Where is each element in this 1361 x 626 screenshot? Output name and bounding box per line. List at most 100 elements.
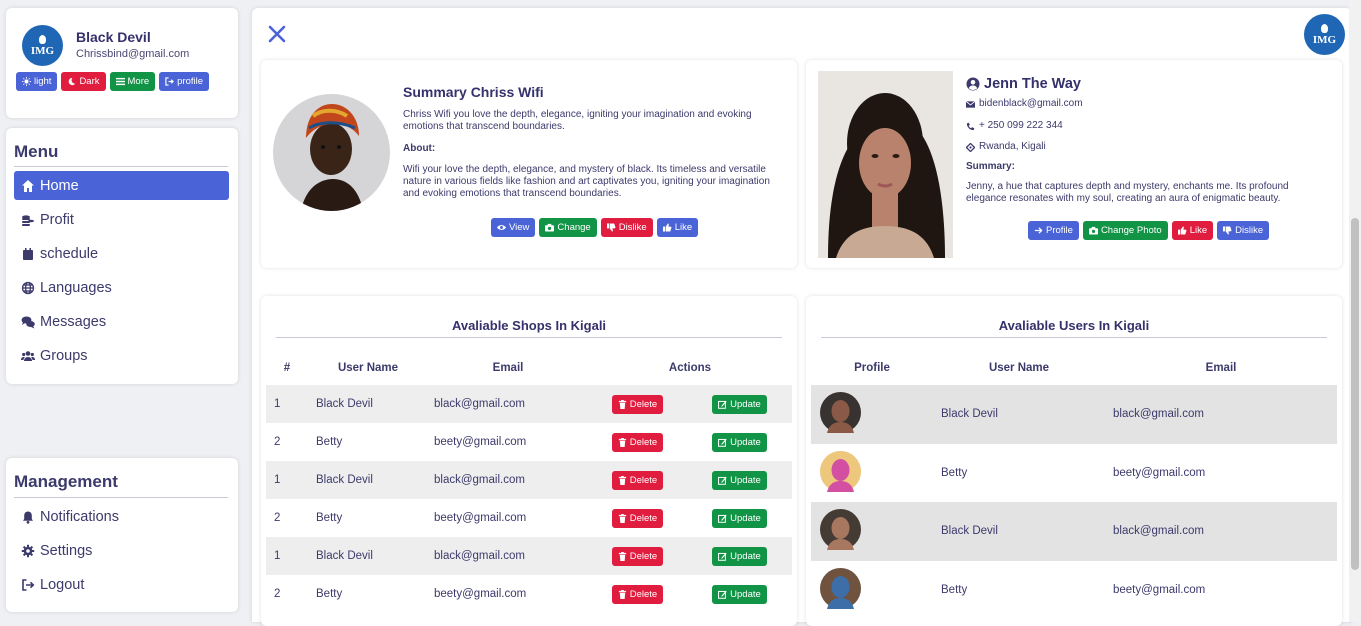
person-like-button[interactable]: Like [1171,221,1214,240]
update-button[interactable]: Update [712,546,767,566]
sidebar-item-settings[interactable]: Settings [14,536,229,565]
summary-text: Chriss Wifi you love the depth, elegance… [403,109,752,132]
user-avatar[interactable] [820,392,861,434]
delete-button[interactable]: Delete [611,432,664,452]
row-email: black@gmail.com [434,398,525,410]
location-icon [966,142,975,152]
table-row: Black Devil black@gmail.com [811,385,1337,444]
person-summary-text: Jenny, a hue that captures depth and mys… [966,181,1289,204]
light-button[interactable]: light [16,72,58,91]
person-buttons: Profile Change Photo Like Dislike [1028,221,1270,240]
close-icon[interactable] [267,24,287,44]
avatar[interactable]: IMG [22,25,63,66]
row-email: black@gmail.com [434,550,525,562]
sidebar-item-notifications[interactable]: Notifications [14,502,229,531]
list-icon [115,77,125,86]
page-scrollbar[interactable] [1349,0,1361,622]
camera-icon [545,223,555,232]
col-email: Email [1205,362,1237,374]
more-label: More [127,76,150,87]
dark-label: Dark [79,76,100,87]
dislike-button[interactable]: Dislike [600,218,653,237]
sidebar-item-logout[interactable]: Logout [14,570,229,599]
delete-label: Delete [629,550,658,562]
row-user-name: Black Devil [941,408,998,421]
person-info: Jenn The Way bidenblack@gmail.com + 250 … [966,76,1331,205]
view-button[interactable]: View [491,218,536,237]
sidebar-item-label: Groups [40,347,88,364]
dark-button[interactable]: Dark [61,72,106,91]
update-button[interactable]: Update [712,394,767,414]
change-photo-label: Change Photo [1100,225,1162,236]
profile-button[interactable]: profile [159,72,210,91]
change-label: Change [557,222,591,233]
sidebar-item-messages[interactable]: Messages [14,307,229,336]
like-button[interactable]: Like [656,218,699,237]
update-button[interactable]: Update [712,470,767,490]
delete-button[interactable]: Delete [611,584,664,604]
comments-icon [21,316,35,328]
users-icon [21,350,35,361]
delete-button[interactable]: Delete [611,470,664,490]
view-label: View [509,222,530,233]
update-button[interactable]: Update [712,432,767,452]
light-label: light [34,76,52,87]
person-profile-label: Profile [1046,225,1073,236]
row-email: beety@gmail.com [1113,583,1206,596]
sidebar-item-schedule[interactable]: schedule [14,239,229,268]
profile-name: Black Devil [76,29,151,45]
col-num: # [283,362,291,374]
trash-icon [618,589,626,599]
row-user-name: Black Devil [316,474,373,486]
users-header-row: Profile User Name Email [811,351,1337,385]
col-actions: Actions [668,362,712,374]
header-logo[interactable]: IMG [1304,14,1345,55]
sidebar-item-languages[interactable]: Languages [14,273,229,302]
row-email: beety@gmail.com [434,512,527,524]
change-photo-button[interactable]: Change Photo [1082,221,1168,240]
sidebar-item-label: Home [40,177,79,194]
user-avatar[interactable] [820,509,861,551]
sidebar-item-home[interactable]: Home [14,171,229,200]
delete-button[interactable]: Delete [611,394,664,414]
person-like-label: Like [1189,225,1208,236]
user-avatar[interactable] [820,567,861,609]
edit-icon [718,552,727,561]
trash-icon [618,475,626,485]
person-summary-label: Summary: [966,161,1015,172]
table-row: 2 Betty beety@gmail.com Delete Update [266,499,792,537]
row-email: beety@gmail.com [434,588,527,600]
envelope-icon [966,100,975,108]
table-row: 1 Black Devil black@gmail.com Delete Update [266,537,792,575]
person-card: Jenn The Way bidenblack@gmail.com + 250 … [806,60,1342,268]
sidebar-item-groups[interactable]: Groups [14,341,229,370]
summary-buttons: View Change Dislike Like [491,218,699,237]
delete-label: Delete [629,436,658,448]
person-name: Jenn The Way [984,76,1081,92]
person-dislike-button[interactable]: Dislike [1217,221,1270,240]
change-button[interactable]: Change [539,218,597,237]
trash-icon [618,437,626,447]
delete-button[interactable]: Delete [611,546,664,566]
sidebar-item-label: Messages [40,313,107,330]
sidebar-item-profit[interactable]: Profit [14,205,229,234]
sidebar-item-label: Settings [40,542,93,559]
eye-icon [497,225,506,230]
shops-title: Avaliable Shops In Kigali [451,318,607,333]
sidebar-item-label: Logout [40,576,85,593]
user-avatar[interactable] [820,450,861,492]
more-button[interactable]: More [109,72,156,91]
scrollbar-thumb[interactable] [1351,218,1359,570]
person-location: Rwanda, Kigali [979,141,1046,152]
edit-icon [718,514,727,523]
person-phone: + 250 099 222 344 [979,120,1063,131]
update-button[interactable]: Update [712,584,767,604]
update-label: Update [730,512,761,524]
row-num: 1 [274,550,281,562]
update-label: Update [730,550,761,562]
update-button[interactable]: Update [712,508,767,528]
person-profile-button[interactable]: Profile [1028,221,1079,240]
row-user-name: Black Devil [316,398,373,410]
sign-in-icon [165,77,175,86]
delete-button[interactable]: Delete [611,508,664,528]
